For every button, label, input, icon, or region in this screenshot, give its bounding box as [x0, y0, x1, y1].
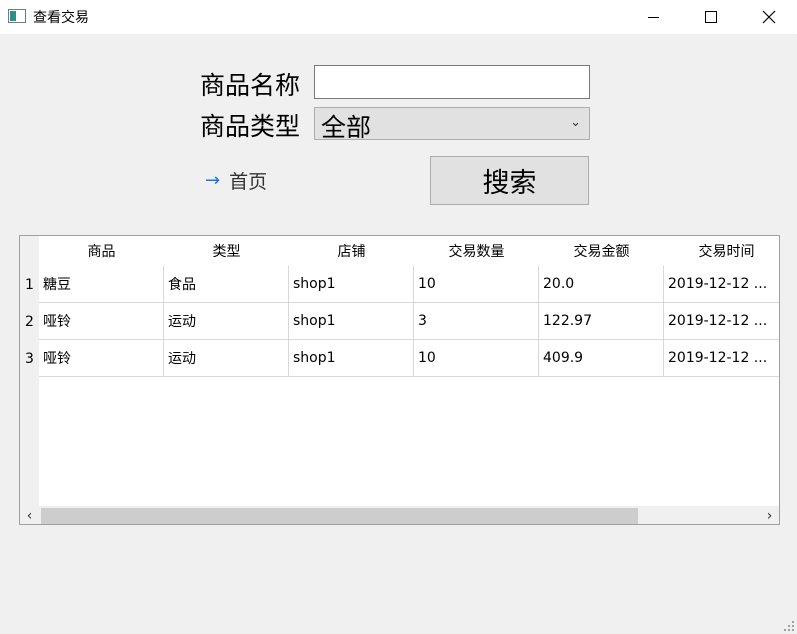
- close-icon: [762, 10, 776, 24]
- table-cell[interactable]: 糖豆: [39, 266, 164, 303]
- product-name-input[interactable]: [314, 65, 590, 99]
- row-number[interactable]: 2: [20, 303, 39, 340]
- maximize-icon: [705, 11, 717, 23]
- column-header-time[interactable]: 交易时间: [664, 236, 779, 266]
- minimize-button[interactable]: [624, 0, 682, 34]
- minimize-icon: [647, 16, 659, 18]
- table-cell[interactable]: 409.9: [539, 340, 664, 377]
- table-cell[interactable]: 哑铃: [39, 340, 164, 377]
- table-cell[interactable]: 哑铃: [39, 303, 164, 340]
- app-window-icon: [8, 9, 26, 23]
- table-cell[interactable]: 运动: [164, 303, 289, 340]
- arrow-right-icon: →: [205, 170, 221, 191]
- scroll-left-icon[interactable]: ‹: [20, 506, 39, 524]
- table-cell[interactable]: 10: [414, 340, 539, 377]
- scrollbar-thumb[interactable]: [41, 508, 638, 524]
- product-name-label: 商品名称: [200, 71, 301, 100]
- column-header-quantity[interactable]: 交易数量: [414, 236, 539, 266]
- product-type-value: 全部: [321, 113, 372, 142]
- table-cell[interactable]: 20.0: [539, 266, 664, 303]
- table-cell[interactable]: 122.97: [539, 303, 664, 340]
- table-row[interactable]: 1 糖豆 食品 shop1 10 20.0 2019-12-12 ...: [20, 266, 779, 303]
- table-cell[interactable]: 10: [414, 266, 539, 303]
- product-type-select[interactable]: 全部 ⌄: [314, 107, 590, 142]
- table-cell[interactable]: 2019-12-12 ...: [664, 303, 779, 340]
- table-cell[interactable]: 食品: [164, 266, 289, 303]
- title-bar: 查看交易: [0, 0, 797, 34]
- close-button[interactable]: [740, 0, 797, 34]
- maximize-button[interactable]: [682, 0, 740, 34]
- column-header-shop[interactable]: 店铺: [289, 236, 414, 266]
- row-number[interactable]: 3: [20, 340, 39, 377]
- table-cell[interactable]: shop1: [289, 340, 414, 377]
- row-number[interactable]: 1: [20, 266, 39, 303]
- table-cell[interactable]: 运动: [164, 340, 289, 377]
- table-cell[interactable]: 2019-12-12 ...: [664, 266, 779, 303]
- chevron-down-icon: ⌄: [570, 115, 581, 130]
- window-title: 查看交易: [33, 10, 89, 26]
- horizontal-scrollbar[interactable]: ‹ ›: [20, 506, 779, 524]
- table-cell[interactable]: 3: [414, 303, 539, 340]
- transactions-table[interactable]: 商品 类型 店铺 交易数量 交易金额 交易时间 1 糖豆 食品 shop1 10…: [19, 235, 780, 525]
- column-header-product[interactable]: 商品: [39, 236, 164, 266]
- home-label: 首页: [229, 171, 268, 193]
- table-cell[interactable]: shop1: [289, 303, 414, 340]
- table-row[interactable]: 3 哑铃 运动 shop1 10 409.9 2019-12-12 ...: [20, 340, 779, 377]
- table-cell[interactable]: shop1: [289, 266, 414, 303]
- table-corner-button[interactable]: [20, 236, 39, 266]
- search-button[interactable]: 搜索: [430, 156, 589, 205]
- resize-grip-icon[interactable]: [784, 621, 794, 631]
- product-type-label: 商品类型: [200, 112, 301, 141]
- home-link[interactable]: → 首页: [205, 167, 267, 194]
- column-header-amount[interactable]: 交易金额: [539, 236, 664, 266]
- table-cell[interactable]: 2019-12-12 ...: [664, 340, 779, 377]
- table-header-row: 商品 类型 店铺 交易数量 交易金额 交易时间: [39, 236, 779, 266]
- column-header-type[interactable]: 类型: [164, 236, 289, 266]
- table-row[interactable]: 2 哑铃 运动 shop1 3 122.97 2019-12-12 ...: [20, 303, 779, 340]
- scroll-right-icon[interactable]: ›: [760, 506, 779, 524]
